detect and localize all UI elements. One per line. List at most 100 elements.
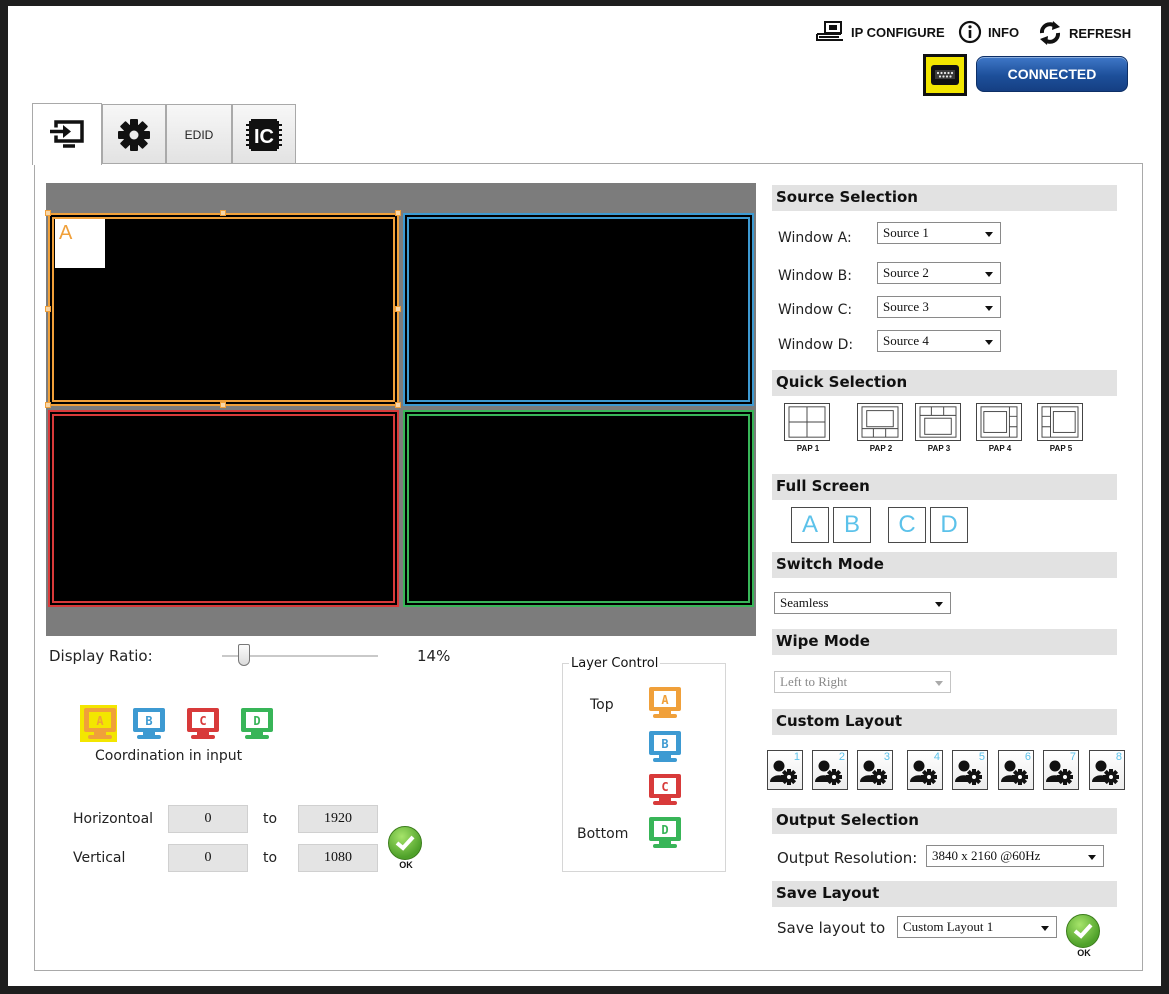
pap-2-button[interactable]: PAP 2: [855, 403, 907, 453]
window-a-source-select[interactable]: Source 1: [877, 222, 1001, 244]
monitor-a-letter: A: [96, 714, 104, 728]
resize-handle[interactable]: [395, 402, 401, 408]
resize-handle[interactable]: [220, 402, 226, 408]
check-icon: [1066, 914, 1100, 948]
layer-c-letter: C: [661, 780, 668, 794]
serial-port-icon: [931, 65, 959, 85]
pap-5-label: PAP 5: [1049, 444, 1073, 453]
svg-text:IC: IC: [254, 126, 274, 148]
layer-control-legend: Layer Control: [571, 656, 659, 671]
custom-layout-number: 4: [933, 751, 940, 763]
pap-4-label: PAP 4: [988, 444, 1012, 453]
serial-port-button[interactable]: [923, 54, 967, 96]
preview-window-d[interactable]: [403, 410, 754, 607]
window-a-label: Window A:: [778, 230, 852, 246]
coords-ok-label: OK: [399, 860, 413, 870]
full-screen-d-button[interactable]: D: [930, 507, 968, 543]
refresh-button[interactable]: REFRESH: [1037, 20, 1131, 46]
custom-layout-number: 6: [1024, 751, 1031, 763]
window-d-label: Window D:: [778, 337, 854, 353]
tab-settings[interactable]: [102, 104, 166, 164]
monitor-d-icon[interactable]: D: [239, 706, 275, 746]
custom-layout-3-button[interactable]: 3: [857, 750, 893, 790]
full-screen-b-button[interactable]: B: [833, 507, 871, 543]
wipe-mode-select[interactable]: Left to Right: [774, 671, 951, 693]
info-button[interactable]: INFO: [958, 20, 1019, 44]
layer-b-letter: B: [661, 737, 668, 751]
wipe-mode-heading: Wipe Mode: [772, 629, 1117, 655]
pap-3-label: PAP 3: [927, 444, 951, 453]
full-screen-heading: Full Screen: [772, 474, 1117, 500]
display-ratio-slider[interactable]: [237, 644, 250, 666]
horizontal-to-field[interactable]: 1920: [298, 805, 378, 833]
layer-b-icon[interactable]: B: [647, 729, 683, 769]
save-layout-select[interactable]: Custom Layout 1: [897, 916, 1057, 938]
vertical-to-field[interactable]: 1080: [298, 844, 378, 872]
window-c-label: Window C:: [778, 302, 853, 318]
custom-layout-2-button[interactable]: 2: [812, 750, 848, 790]
tab-input[interactable]: [32, 103, 102, 165]
resize-handle[interactable]: [220, 210, 226, 216]
pap-3-button[interactable]: PAP 3: [913, 403, 965, 453]
custom-layout-1-button[interactable]: 1: [767, 750, 803, 790]
monitor-c-icon[interactable]: C: [185, 706, 221, 746]
layer-a-icon[interactable]: A: [647, 685, 683, 725]
vertical-from-field[interactable]: 0: [168, 844, 248, 872]
info-icon: [958, 20, 982, 44]
info-label: INFO: [988, 24, 1020, 40]
pap-1-label: PAP 1: [796, 444, 820, 453]
connection-status-button[interactable]: CONNECTED: [976, 56, 1128, 92]
quick-selection-heading: Quick Selection: [772, 370, 1117, 396]
custom-layout-7-button[interactable]: 7: [1043, 750, 1079, 790]
check-icon: [388, 826, 422, 860]
preview-window-c[interactable]: [48, 410, 399, 607]
output-resolution-label: Output Resolution:: [777, 849, 918, 867]
custom-layout-5-button[interactable]: 5: [952, 750, 988, 790]
full-screen-c-button[interactable]: C: [888, 507, 926, 543]
pap-4-icon: [976, 403, 1022, 441]
input-icon: [50, 119, 84, 148]
pap-5-button[interactable]: PAP 5: [1035, 403, 1087, 453]
custom-layout-6-button[interactable]: 6: [998, 750, 1034, 790]
tab-ic[interactable]: IC: [232, 104, 296, 164]
custom-layout-8-button[interactable]: 8: [1089, 750, 1125, 790]
layer-c-icon[interactable]: C: [647, 772, 683, 812]
pap-4-button[interactable]: PAP 4: [974, 403, 1026, 453]
tab-edid[interactable]: EDID: [166, 104, 232, 164]
monitor-b-icon[interactable]: B: [131, 706, 167, 746]
resize-handle[interactable]: [395, 210, 401, 216]
layer-a-letter: A: [661, 693, 669, 707]
resize-handle[interactable]: [395, 306, 401, 312]
switch-mode-heading: Switch Mode: [772, 552, 1117, 578]
pap-1-button[interactable]: PAP 1: [782, 403, 834, 453]
layer-d-icon[interactable]: D: [647, 815, 683, 855]
resize-handle[interactable]: [45, 210, 51, 216]
pap-2-icon: [857, 403, 903, 441]
vertical-to-label: to: [263, 850, 278, 866]
tab-edid-label: EDID: [184, 127, 214, 142]
ip-configure-button[interactable]: IP CONFIGURE: [815, 21, 945, 43]
output-resolution-select[interactable]: 3840 x 2160 @60Hz: [926, 845, 1104, 867]
resize-handle[interactable]: [45, 402, 51, 408]
selected-window-label: A: [55, 219, 105, 268]
window-d-source-select[interactable]: Source 4: [877, 330, 1001, 352]
save-layout-ok-label: OK: [1077, 948, 1091, 958]
window-c-source-select[interactable]: Source 3: [877, 296, 1001, 318]
resize-handle[interactable]: [45, 306, 51, 312]
pap-1-icon: [784, 403, 830, 441]
monitor-a-icon[interactable]: A: [82, 706, 118, 746]
switch-mode-select[interactable]: Seamless: [774, 592, 951, 614]
coords-ok-button[interactable]: OK: [388, 826, 424, 870]
vertical-label: Vertical: [73, 850, 126, 866]
window-b-source-select[interactable]: Source 2: [877, 262, 1001, 284]
display-ratio-value: 14%: [417, 647, 451, 665]
custom-layout-4-button[interactable]: 4: [907, 750, 943, 790]
save-layout-ok-button[interactable]: OK: [1066, 914, 1102, 958]
pap-5-icon: [1037, 403, 1083, 441]
horizontal-to-label: to: [263, 811, 278, 827]
horizontal-from-field[interactable]: 0: [168, 805, 248, 833]
monitor-c-letter: C: [199, 714, 206, 728]
preview-window-b[interactable]: [403, 213, 754, 406]
pap-3-icon: [915, 403, 961, 441]
full-screen-a-button[interactable]: A: [791, 507, 829, 543]
